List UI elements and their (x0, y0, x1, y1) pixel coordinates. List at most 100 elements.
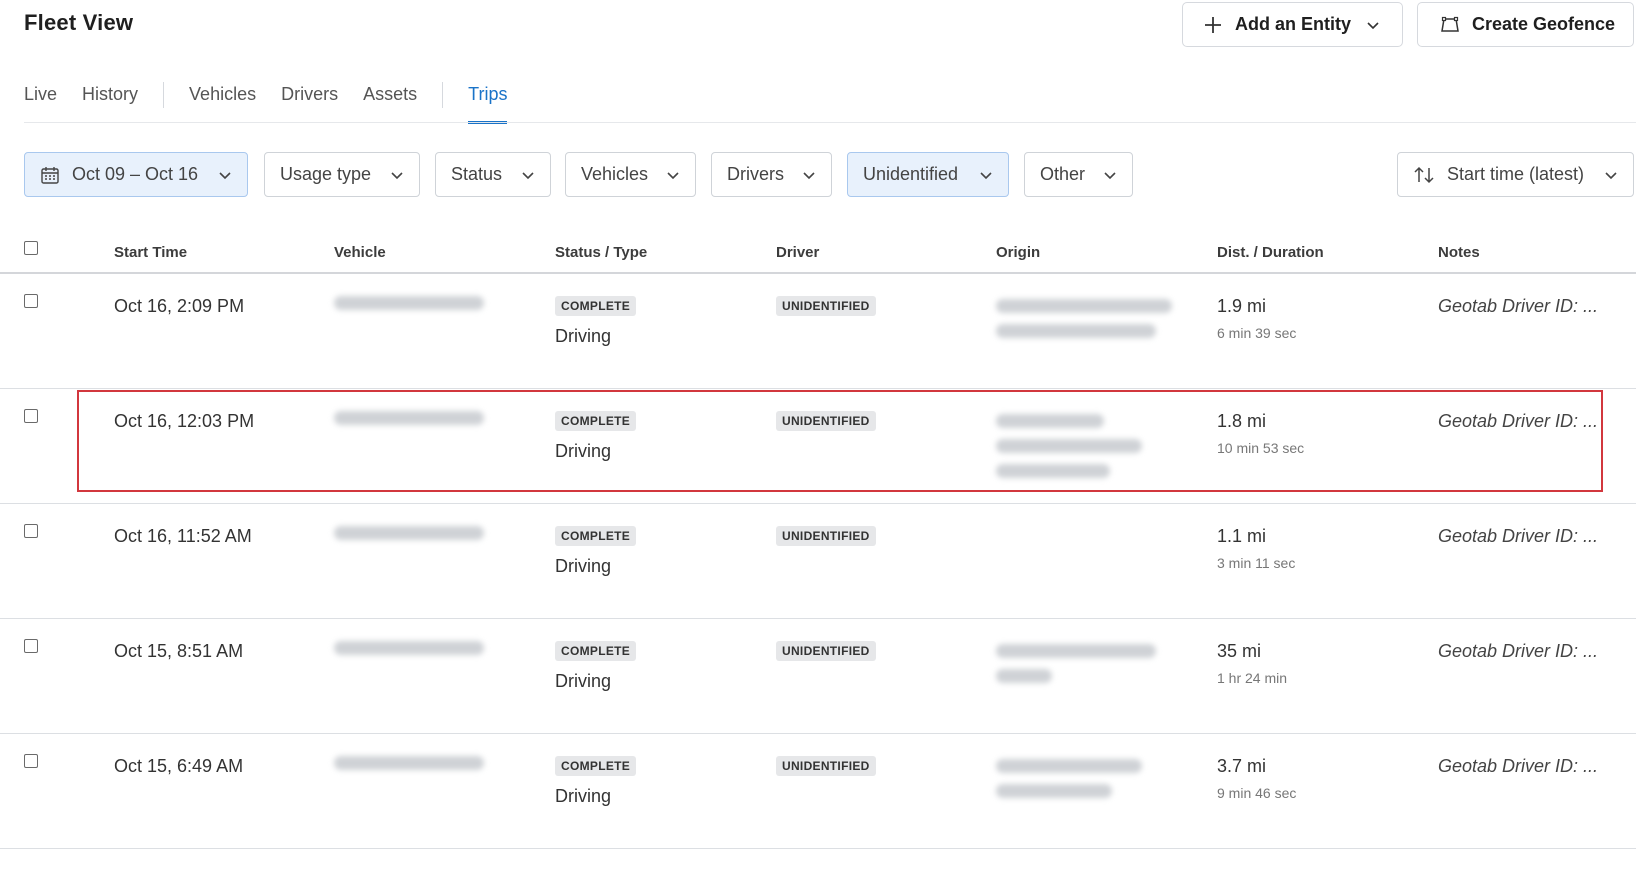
drivers-filter-label: Drivers (727, 164, 784, 184)
driver-badge: UNIDENTIFIED (776, 641, 876, 661)
driver-cell: UNIDENTIFIED (776, 756, 876, 776)
distance-duration-cell: 1.8 mi 10 min 53 sec (1217, 411, 1304, 456)
trip-distance: 1.9 mi (1217, 296, 1267, 316)
status-filter[interactable]: Status (435, 152, 551, 197)
start-time: Oct 15, 6:49 AM (114, 756, 244, 776)
trip-type: Driving (555, 441, 612, 461)
create-geofence-button[interactable]: Create Geofence (1417, 2, 1634, 47)
tab-history[interactable]: History (82, 80, 138, 124)
origin-redacted (996, 414, 1174, 489)
drivers-filter[interactable]: Drivers (711, 152, 832, 197)
start-time: Oct 15, 8:51 AM (114, 641, 244, 661)
column-header-driver: Driver (776, 244, 820, 261)
driver-cell: UNIDENTIFIED (776, 526, 876, 546)
vehicle-name-redacted (334, 526, 484, 546)
status-badge: COMPLETE (555, 526, 637, 546)
date-range-filter[interactable]: Oct 09 – Oct 16 (24, 152, 248, 197)
table-row[interactable]: Oct 15, 6:49 AM COMPLETE Driving UNIDENT… (0, 734, 1636, 849)
table-header: Start Time Vehicle Status / Type Driver … (0, 230, 1636, 274)
start-time: Oct 16, 2:09 PM (114, 296, 245, 316)
calendar-icon (40, 165, 60, 185)
tab-vehicles[interactable]: Vehicles (189, 80, 256, 124)
sort-icon (1413, 165, 1435, 185)
chevron-down-icon (978, 167, 994, 183)
distance-duration-cell: 1.1 mi 3 min 11 sec (1217, 526, 1295, 571)
trip-notes: Geotab Driver ID: ... (1438, 641, 1599, 661)
tab-divider (163, 82, 165, 108)
column-header-distance-duration: Dist. / Duration (1217, 244, 1324, 261)
trip-notes: Geotab Driver ID: ... (1438, 296, 1599, 316)
column-header-status-type: Status / Type (555, 244, 648, 261)
select-all-checkbox[interactable] (24, 241, 38, 255)
chevron-down-icon (1365, 17, 1381, 33)
trip-duration: 9 min 46 sec (1217, 785, 1297, 801)
status-badge: COMPLETE (555, 411, 637, 431)
status-filter-label: Status (451, 164, 503, 184)
other-filter-label: Other (1040, 164, 1086, 184)
trip-notes: Geotab Driver ID: ... (1438, 526, 1599, 546)
start-time: Oct 16, 11:52 AM (114, 526, 252, 546)
add-entity-button[interactable]: Add an Entity (1182, 2, 1403, 47)
vehicle-name-redacted (334, 641, 484, 661)
status-type-cell: COMPLETE Driving (555, 296, 637, 347)
date-range-label: Oct 09 – Oct 16 (72, 164, 199, 184)
sort-dropdown[interactable]: Start time (latest) (1397, 152, 1634, 197)
tab-assets[interactable]: Assets (363, 80, 417, 124)
driver-cell: UNIDENTIFIED (776, 296, 876, 316)
column-header-notes: Notes (1438, 244, 1480, 261)
usage-type-label: Usage type (280, 164, 372, 184)
table-row[interactable]: Oct 16, 2:09 PM COMPLETE Driving UNIDENT… (0, 274, 1636, 389)
trip-type: Driving (555, 326, 612, 346)
trip-duration: 3 min 11 sec (1217, 555, 1296, 571)
origin-redacted (996, 644, 1174, 694)
column-header-start-time[interactable]: Start Time (114, 244, 187, 261)
row-checkbox[interactable] (24, 409, 38, 423)
trip-duration: 6 min 39 sec (1217, 325, 1297, 341)
trip-distance: 1.1 mi (1217, 526, 1267, 546)
origin-redacted (996, 299, 1174, 349)
origin-redacted (996, 759, 1174, 809)
driver-badge: UNIDENTIFIED (776, 296, 876, 316)
page-title: Fleet View (24, 10, 134, 35)
status-type-cell: COMPLETE Driving (555, 641, 637, 692)
row-checkbox[interactable] (24, 294, 38, 308)
table-row[interactable]: Oct 16, 12:03 PM COMPLETE Driving UNIDEN… (0, 389, 1636, 504)
chevron-down-icon (389, 167, 405, 183)
tab-live[interactable]: Live (24, 80, 57, 124)
create-geofence-label: Create Geofence (1472, 14, 1616, 34)
chevron-down-icon (520, 167, 536, 183)
column-header-origin: Origin (996, 244, 1041, 261)
column-header-vehicle: Vehicle (334, 244, 386, 261)
unidentified-filter[interactable]: Unidentified (847, 152, 1009, 197)
usage-type-filter[interactable]: Usage type (264, 152, 420, 197)
trip-type: Driving (555, 786, 612, 806)
row-checkbox[interactable] (24, 754, 38, 768)
row-checkbox[interactable] (24, 524, 38, 538)
distance-duration-cell: 3.7 mi 9 min 46 sec (1217, 756, 1296, 801)
vehicles-filter[interactable]: Vehicles (565, 152, 696, 197)
chevron-down-icon (1102, 167, 1118, 183)
row-checkbox[interactable] (24, 639, 38, 653)
table-row[interactable]: Oct 16, 11:52 AM COMPLETE Driving UNIDEN… (0, 504, 1636, 619)
chevron-down-icon (217, 167, 233, 183)
trip-duration: 1 hr 24 min (1217, 670, 1288, 686)
distance-duration-cell: 1.9 mi 6 min 39 sec (1217, 296, 1296, 341)
trip-distance: 1.8 mi (1217, 411, 1267, 431)
driver-cell: UNIDENTIFIED (776, 411, 876, 431)
tabs-divider (24, 122, 1636, 123)
vehicle-name-redacted (334, 411, 484, 431)
trip-type: Driving (555, 556, 612, 576)
status-badge: COMPLETE (555, 756, 637, 776)
status-type-cell: COMPLETE Driving (555, 526, 637, 577)
chevron-down-icon (1603, 167, 1619, 183)
driver-badge: UNIDENTIFIED (776, 756, 876, 776)
other-filter[interactable]: Other (1024, 152, 1133, 197)
trip-type: Driving (555, 671, 612, 691)
tab-drivers[interactable]: Drivers (281, 80, 338, 124)
status-badge: COMPLETE (555, 296, 637, 316)
distance-duration-cell: 35 mi 1 hr 24 min (1217, 641, 1287, 686)
tab-trips[interactable]: Trips (468, 80, 508, 124)
plus-icon (1203, 15, 1223, 35)
tab-divider (442, 82, 444, 108)
table-row[interactable]: Oct 15, 8:51 AM COMPLETE Driving UNIDENT… (0, 619, 1636, 734)
